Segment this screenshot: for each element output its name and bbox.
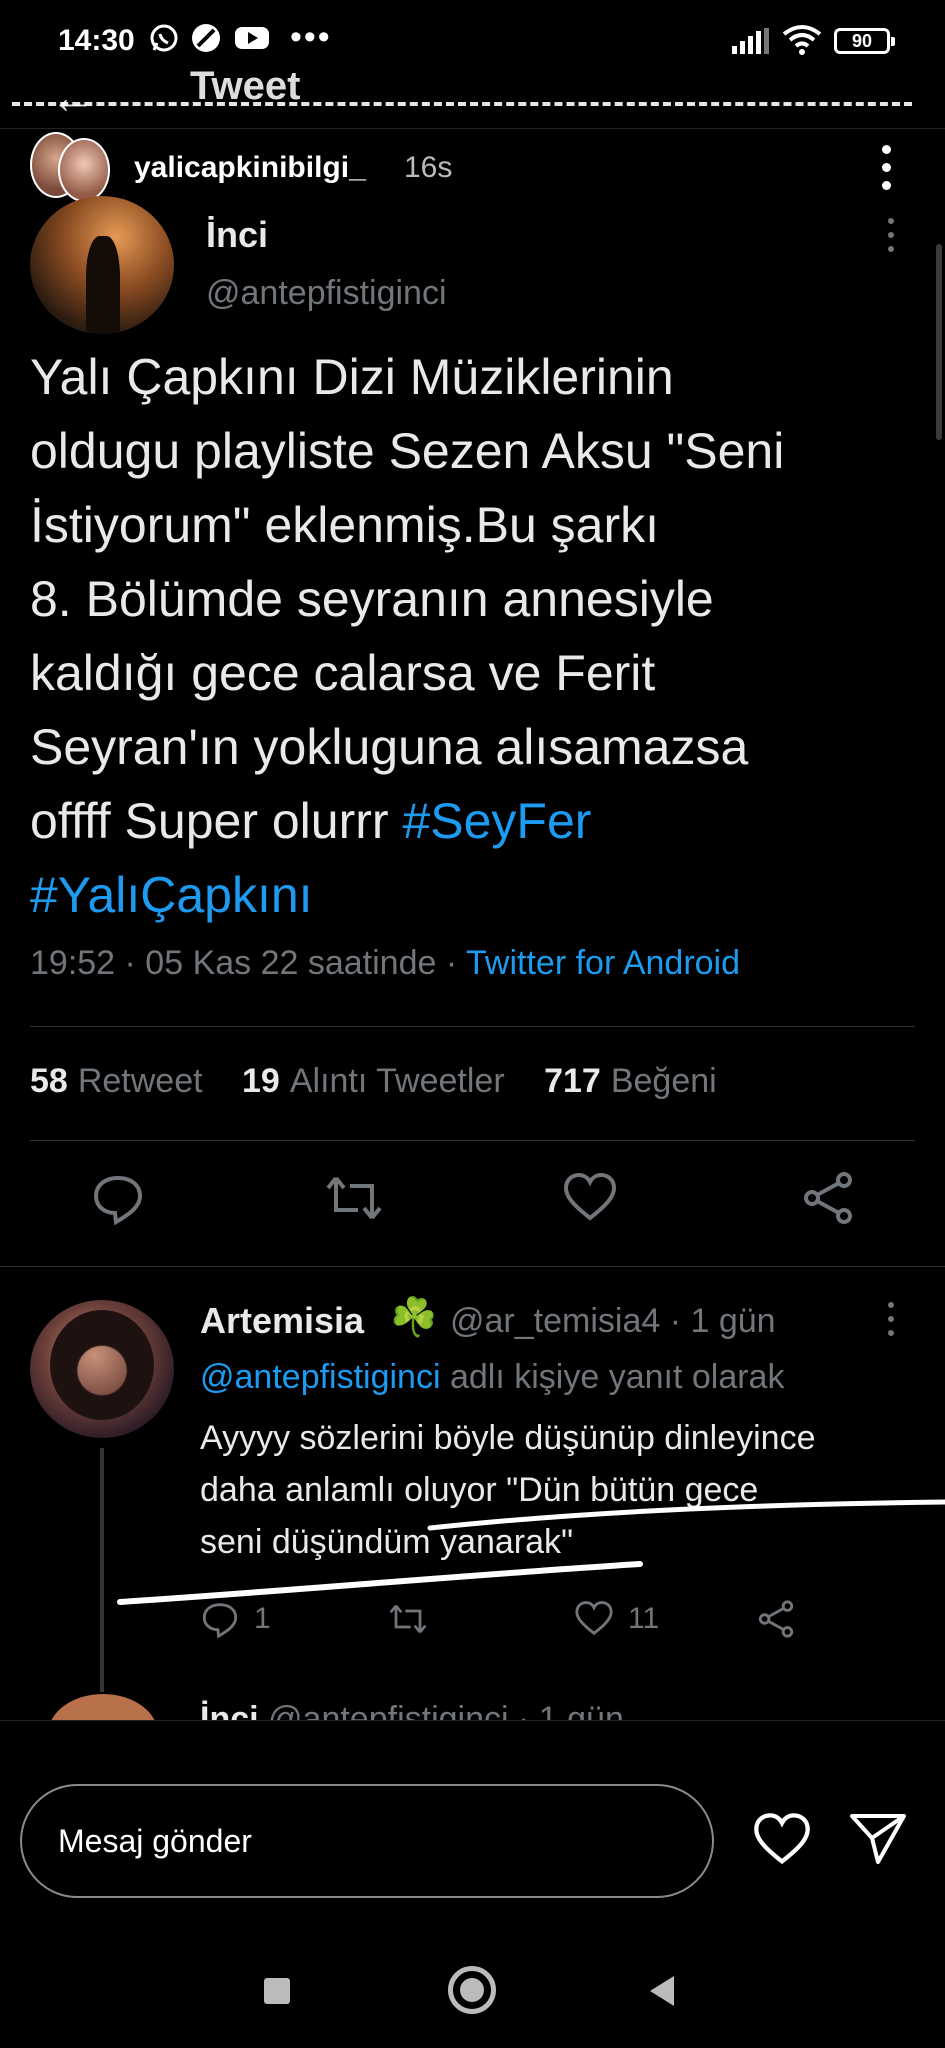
shamrock-emoji: ☘️ xyxy=(390,1297,438,1339)
tweet-more-icon[interactable] xyxy=(884,218,900,254)
reply-body: Ayyyy sözlerini böyle düşünüp dinleyince… xyxy=(200,1419,816,1561)
story-more-icon[interactable] xyxy=(872,143,902,193)
dashed-divider xyxy=(12,102,912,106)
system-navigation-bar xyxy=(0,1950,945,2048)
heart-icon[interactable] xyxy=(752,1810,812,1870)
youtube-icon xyxy=(234,22,270,63)
next-reply-handle: @antepfistiginci · 1 gün xyxy=(268,1700,624,1720)
reply-retweet-button[interactable] xyxy=(388,1596,442,1642)
whatsapp-icon xyxy=(148,22,180,63)
likes-stat[interactable]: 717 Beğeni xyxy=(544,1062,717,1100)
like-icon[interactable] xyxy=(562,1170,618,1226)
compass-icon xyxy=(190,22,222,63)
back-button[interactable] xyxy=(650,1976,674,2006)
next-reply-peek: İnci @antepfistiginci · 1 gün xyxy=(0,1694,945,1720)
reply-like-button[interactable]: 11 xyxy=(574,1596,659,1642)
tweet-page-header: ← Tweet xyxy=(0,64,945,124)
retweet-icon[interactable] xyxy=(324,1170,382,1226)
arrow-left-icon[interactable]: ← xyxy=(50,70,96,124)
next-reply-avatar[interactable] xyxy=(48,1694,158,1720)
reply-action-bar: 1 11 xyxy=(200,1596,900,1646)
signal-icon xyxy=(732,28,770,54)
reply-more-icon[interactable] xyxy=(884,1302,900,1338)
send-icon[interactable] xyxy=(848,1808,908,1868)
message-input[interactable] xyxy=(58,1786,678,1896)
reply-count: 1 xyxy=(254,1602,271,1635)
reply-context: @antepfistiginci adlı kişiye yanıt olara… xyxy=(200,1358,784,1397)
author-name[interactable]: İnci xyxy=(206,214,268,256)
story-username[interactable]: yalicapkinibilgi_ xyxy=(134,151,366,185)
more-notifications-icon: ••• xyxy=(290,18,332,56)
tweet-stats: 58 Retweet 19 Alıntı Tweetler 717 Beğeni xyxy=(30,1062,717,1101)
scrollbar[interactable] xyxy=(936,244,942,440)
tweet-meta: 19:52 · 05 Kas 22 saatinde · Twitter for… xyxy=(30,944,740,983)
battery-indicator: 90 xyxy=(834,28,895,54)
wifi-icon xyxy=(782,24,822,56)
reply-to-label: adlı kişiye yanıt olarak xyxy=(440,1358,785,1396)
story-time-ago: 16s xyxy=(404,151,453,184)
tweet-action-bar xyxy=(0,1170,945,1240)
divider xyxy=(30,1140,915,1141)
retweets-stat[interactable]: 58 Retweet xyxy=(30,1062,203,1100)
like-icon xyxy=(575,1601,613,1636)
story-header: yalicapkinibilgi_ 16s xyxy=(0,128,945,208)
reply-author-name[interactable]: Artemisia xyxy=(200,1300,364,1342)
status-time: 14:30 xyxy=(58,24,135,57)
divider xyxy=(0,1266,945,1267)
message-input-container xyxy=(20,1784,714,1898)
recents-button[interactable] xyxy=(264,1978,290,2004)
hashtag-link[interactable]: #YalıÇapkını xyxy=(30,867,313,923)
share-icon xyxy=(758,1600,794,1638)
thread-line xyxy=(100,1448,104,1692)
divider xyxy=(30,1026,915,1027)
hashtag-link[interactable]: #SeyFer xyxy=(402,793,591,849)
next-reply-name[interactable]: İnci xyxy=(200,1700,259,1720)
home-button[interactable] xyxy=(448,1966,496,2014)
tweet-source-link[interactable]: Twitter for Android xyxy=(466,944,740,982)
author-handle[interactable]: @antepfistiginci xyxy=(206,274,447,313)
tweet-timestamp: 19:52 · 05 Kas 22 saatinde · xyxy=(30,944,467,982)
reply-share-button[interactable] xyxy=(756,1596,810,1642)
story-avatar[interactable] xyxy=(30,132,110,204)
quotes-stat[interactable]: 19 Alıntı Tweetler xyxy=(242,1062,505,1100)
tweet-body-text: Yalı Çapkını Dizi Müziklerinin oldugu pl… xyxy=(30,349,785,849)
like-count: 11 xyxy=(628,1602,660,1635)
reply-icon xyxy=(202,1603,238,1639)
tweet-body: Yalı Çapkını Dizi Müziklerinin oldugu pl… xyxy=(30,340,920,932)
reply-to-mention[interactable]: @antepfistiginci xyxy=(200,1358,441,1396)
share-icon[interactable] xyxy=(800,1170,856,1226)
author-avatar[interactable] xyxy=(30,196,174,334)
reply-author-handle[interactable]: @ar_temisia4 · 1 gün xyxy=(450,1302,776,1341)
reply-icon[interactable] xyxy=(90,1170,146,1226)
retweet-icon xyxy=(389,1604,427,1634)
reply-reply-button[interactable]: 1 xyxy=(200,1596,271,1642)
reply-author-avatar[interactable] xyxy=(30,1300,174,1438)
